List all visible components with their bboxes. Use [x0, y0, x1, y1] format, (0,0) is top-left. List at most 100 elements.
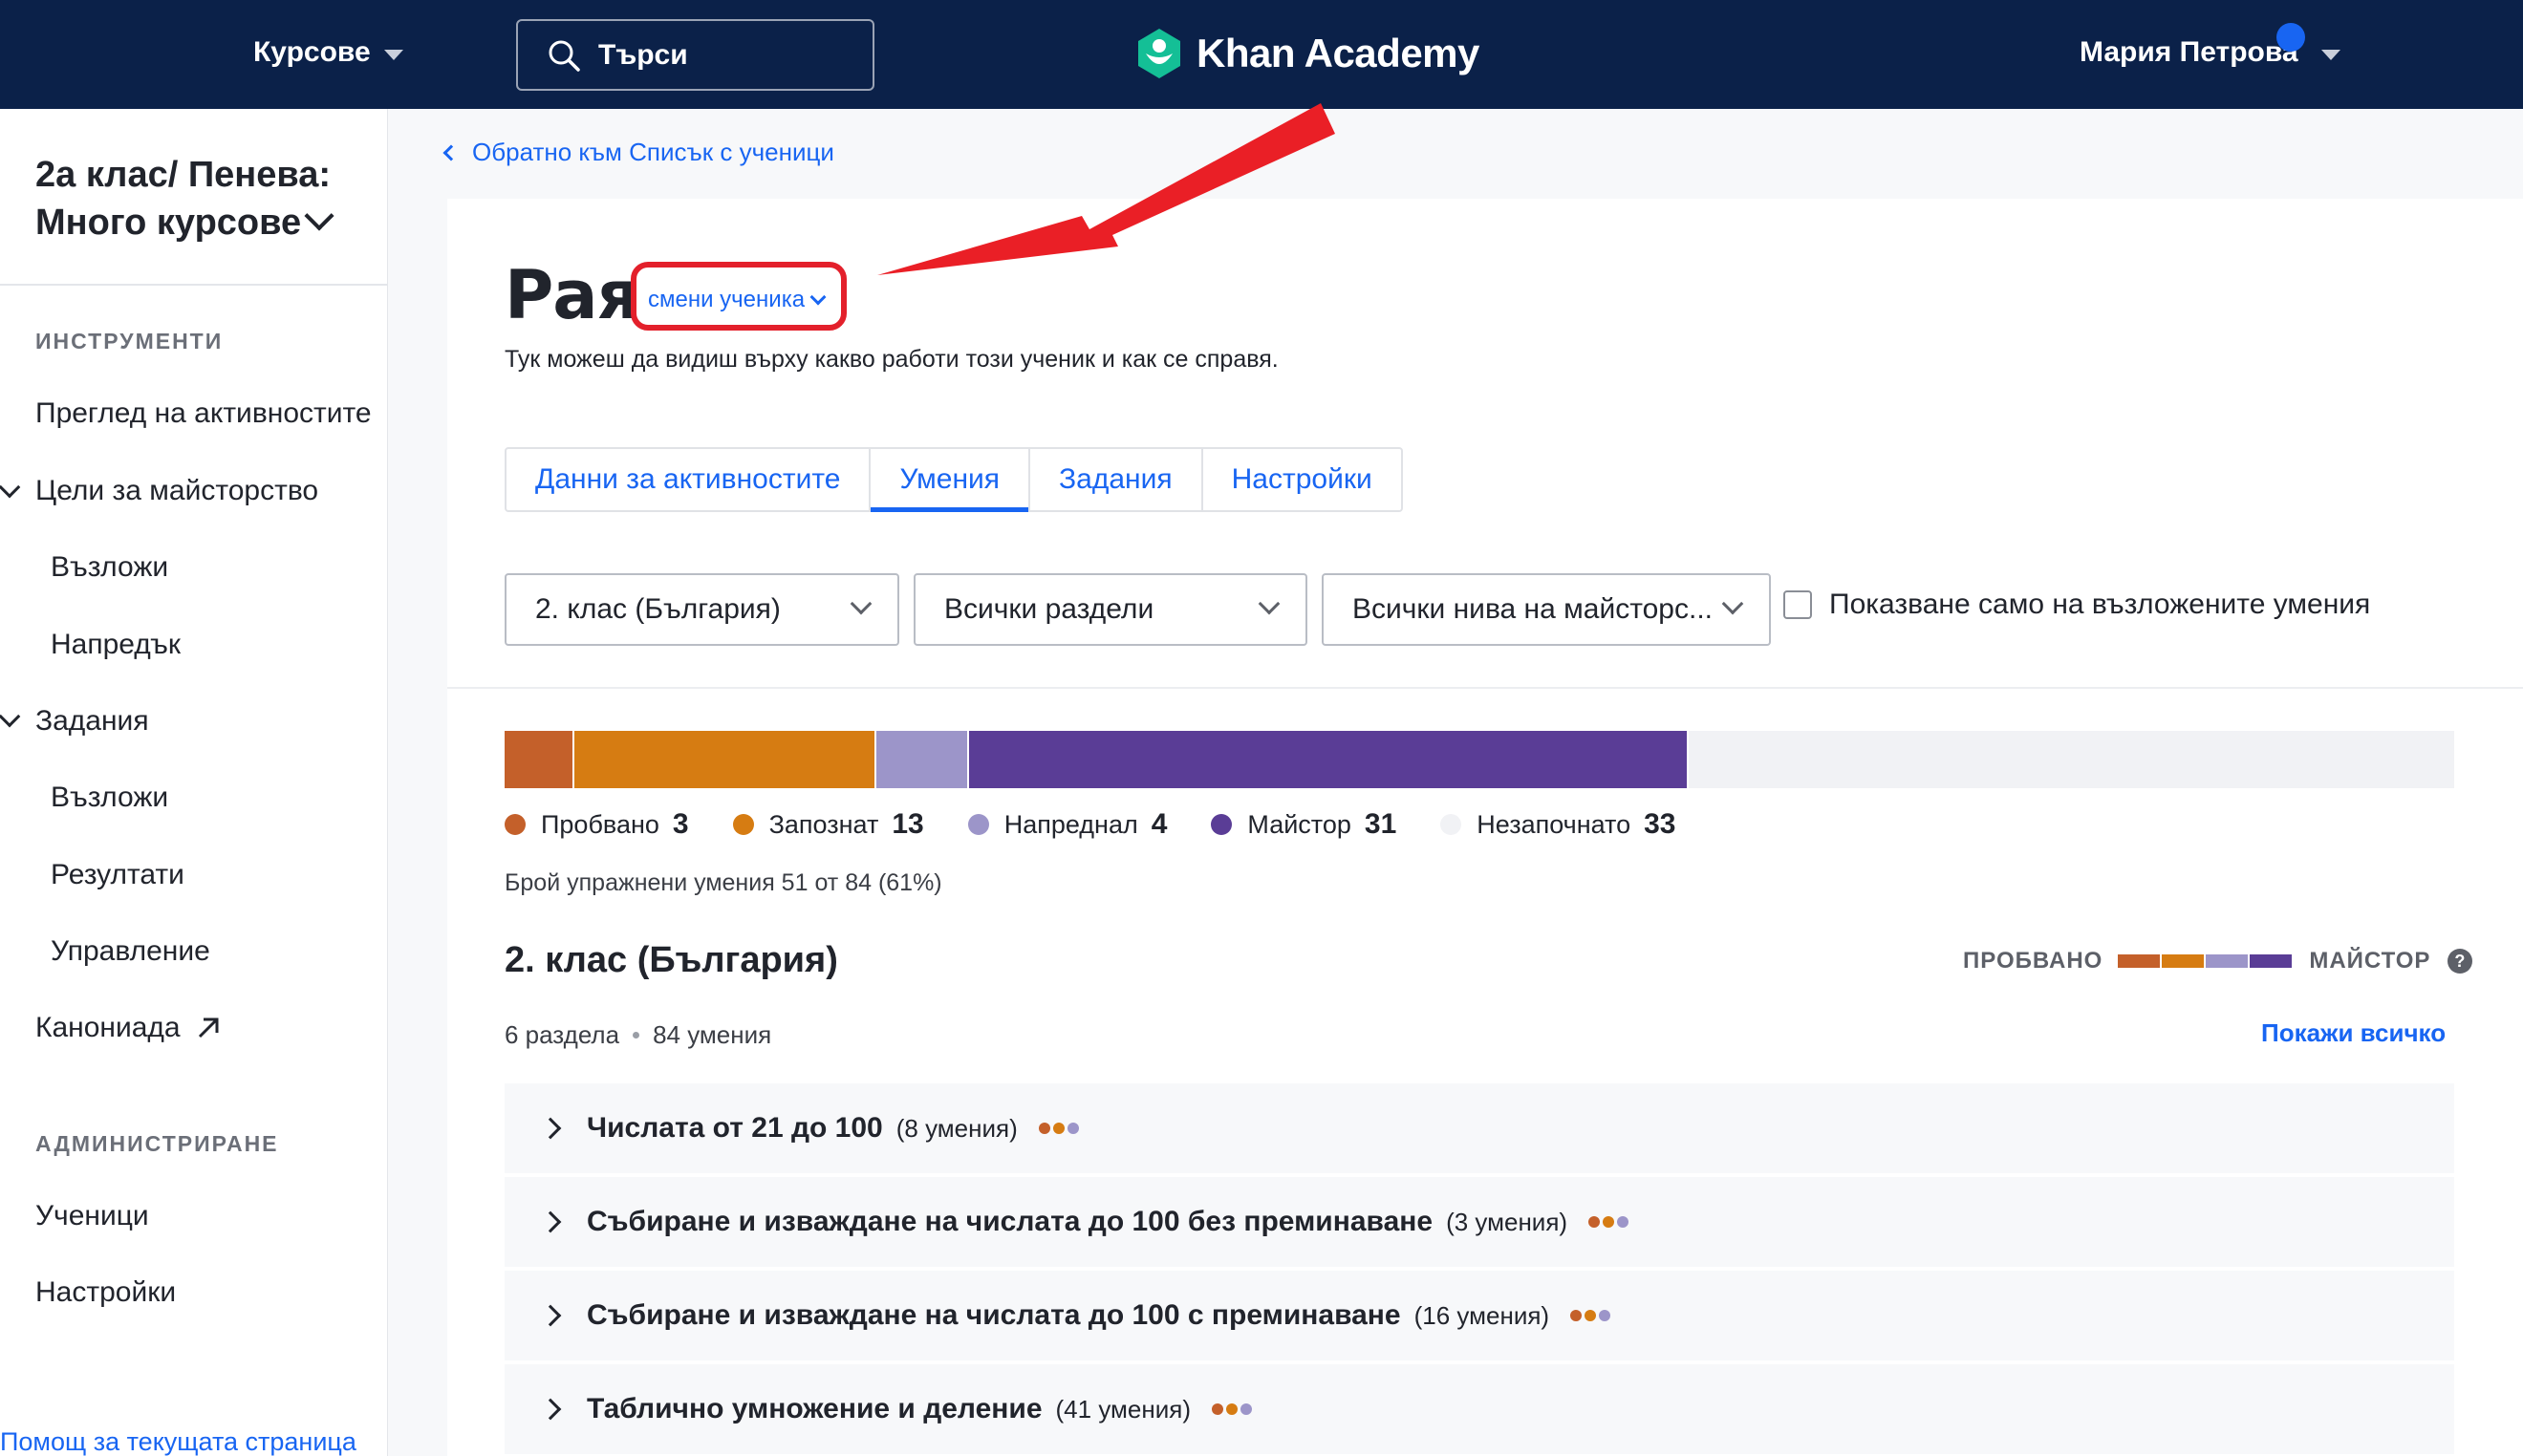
unit-row[interactable]: Събиране и изваждане на числата до 100 б…: [505, 1177, 2454, 1269]
chevron-left-icon: [442, 144, 460, 161]
scale-swatch-familiar: [2162, 954, 2205, 968]
legend-label: Майстор: [1247, 809, 1351, 839]
sidebar-item-label: Канониада: [35, 1012, 181, 1043]
sidebar-item-assign[interactable]: Възложи: [51, 782, 168, 814]
chevron-right-icon: [539, 1398, 562, 1421]
tab-bar: Данни за активностите Умения Задания Нас…: [505, 447, 1403, 512]
back-to-students-link[interactable]: Обратно към Списък с ученици: [442, 138, 834, 167]
sidebar-item-assignments[interactable]: Задания: [35, 705, 149, 738]
legend-dot: [967, 814, 989, 835]
dot-attempted: [1038, 1123, 1050, 1134]
legend-dot: [1211, 814, 1233, 835]
units-select[interactable]: Всички раздели: [914, 573, 1307, 646]
assigned-only-checkbox[interactable]: [1783, 590, 1812, 619]
mastery-levels-select[interactable]: Всички нива на майсторс...: [1322, 573, 1771, 646]
legend-item: Майстор 31: [1211, 808, 1396, 841]
sidebar-item-results[interactable]: Резултати: [51, 859, 184, 891]
sidebar-divider: [0, 284, 388, 286]
sidebar-item-mastery-progress[interactable]: Напредък: [51, 629, 181, 661]
sidebar-item-manage[interactable]: Управление: [51, 935, 210, 968]
class-selector[interactable]: 2а клас/ Пенева: Много курсове: [35, 151, 360, 246]
annotation-highlight-box: [631, 262, 847, 331]
search-button[interactable]: Търси: [516, 19, 874, 91]
chevron-down-icon[interactable]: [0, 705, 21, 728]
help-icon[interactable]: ?: [2448, 949, 2473, 974]
unit-row[interactable]: Таблично умножение и деление (41 умения): [505, 1364, 2454, 1456]
external-link-icon: [198, 1017, 219, 1038]
chevron-down-icon[interactable]: [0, 476, 21, 499]
tab-skills[interactable]: Умения: [871, 449, 1031, 512]
courses-menu[interactable]: Курсове: [253, 29, 403, 76]
assigned-only-label: Показване само на възложените умения: [1829, 589, 2371, 620]
legend-label: Незапочнато: [1477, 809, 1631, 839]
unit-title: Числата от 21 до 100: [587, 1112, 883, 1144]
khan-logo-icon: [1138, 29, 1180, 78]
unit-progress-dots: [1588, 1216, 1629, 1228]
legend-dot: [732, 814, 754, 835]
show-all-button[interactable]: Покажи всичко: [2261, 1018, 2446, 1048]
tab-activity-data[interactable]: Данни за активностите: [507, 449, 872, 510]
scale-swatch-attempted: [2118, 954, 2161, 968]
unit-progress-dots: [1211, 1403, 1252, 1415]
mastery-scale-to: МАЙСТОР: [2309, 948, 2431, 974]
chevron-right-icon: [539, 1117, 562, 1140]
sidebar-item-students[interactable]: Ученици: [35, 1200, 149, 1232]
caret-down-icon: [383, 49, 403, 60]
search-label: Търси: [598, 38, 688, 71]
bullet-separator: [633, 1032, 640, 1038]
dot-proficient: [1067, 1123, 1079, 1134]
sidebar-item-activity[interactable]: Преглед на активностите: [35, 397, 372, 430]
legend-dot: [1440, 814, 1462, 835]
dot-proficient: [1240, 1403, 1252, 1415]
sidebar-item-mastery-assign[interactable]: Възложи: [51, 551, 168, 584]
chevron-right-icon: [539, 1210, 562, 1233]
mastery-levels-value: Всички нива на майсторс...: [1352, 593, 1713, 625]
chevron-down-icon: [850, 592, 873, 615]
logo-text: Khan Academy: [1197, 31, 1479, 75]
dot-attempted: [1588, 1216, 1601, 1228]
progress-segment: [968, 731, 1689, 788]
section-divider: [447, 687, 2523, 689]
sidebar-item-mastery[interactable]: Цели за майсторство: [35, 475, 318, 507]
mastery-scale-bar: [2118, 954, 2294, 968]
class-title: 2а клас/ Пенева: Много курсове: [35, 155, 332, 243]
sidebar-item-settings[interactable]: Настройки: [35, 1276, 176, 1309]
legend-label: Напреднал: [1003, 809, 1138, 839]
legend-item: Незапочнато 33: [1440, 808, 1676, 841]
unit-row[interactable]: Числата от 21 до 100 (8 умения): [505, 1083, 2454, 1175]
assigned-only-filter: Показване само на възложените умения: [1783, 589, 2370, 621]
tab-settings[interactable]: Настройки: [1203, 449, 1401, 510]
search-icon: [549, 40, 580, 72]
khan-academy-logo[interactable]: Khan Academy: [1135, 27, 1479, 80]
scale-swatch-mastered: [2250, 954, 2293, 968]
dot-attempted: [1570, 1310, 1583, 1321]
chevron-down-icon: [1258, 592, 1281, 615]
practiced-skills-count: Брой упражнени умения 51 от 84 (61%): [505, 869, 942, 896]
unit-title: Събиране и изваждане на числата до 100 с…: [587, 1299, 1401, 1331]
courses-label: Курсове: [253, 36, 371, 68]
mastery-scale-legend: ПРОБВАНО МАЙСТОР ?: [1963, 948, 2473, 974]
help-link[interactable]: Помощ за текущата страница: [0, 1427, 356, 1456]
legend-item: Запознат 13: [732, 808, 924, 841]
dot-familiar: [1603, 1216, 1615, 1228]
tab-assignments[interactable]: Задания: [1030, 449, 1203, 510]
chevron-down-icon: [1721, 592, 1744, 615]
sidebar-item-canon[interactable]: Канониада: [35, 1012, 221, 1044]
notification-dot[interactable]: [2276, 23, 2305, 52]
unit-skill-count: (41 умения): [1055, 1394, 1191, 1424]
progress-segment: [1688, 731, 2454, 788]
unit-progress-dots: [1570, 1310, 1611, 1321]
sidebar-section-admin: АДМИНИСТРИРАНЕ: [35, 1131, 279, 1156]
student-name: Рая: [505, 256, 639, 334]
legend-label: Запознат: [768, 809, 879, 839]
caret-down-icon: [2320, 49, 2340, 60]
dot-familiar: [1585, 1310, 1597, 1321]
unit-skill-count: (3 умения): [1446, 1207, 1568, 1236]
chevron-down-icon: [304, 201, 334, 231]
unit-skill-count: (8 умения): [895, 1113, 1018, 1143]
mastery-progress-bar: [505, 731, 2454, 788]
course-select[interactable]: 2. клас (България): [505, 573, 899, 646]
user-name: Мария Петрова: [2080, 36, 2298, 68]
unit-row[interactable]: Събиране и изваждане на числата до 100 с…: [505, 1271, 2454, 1362]
course-title: 2. клас (България): [505, 940, 838, 980]
